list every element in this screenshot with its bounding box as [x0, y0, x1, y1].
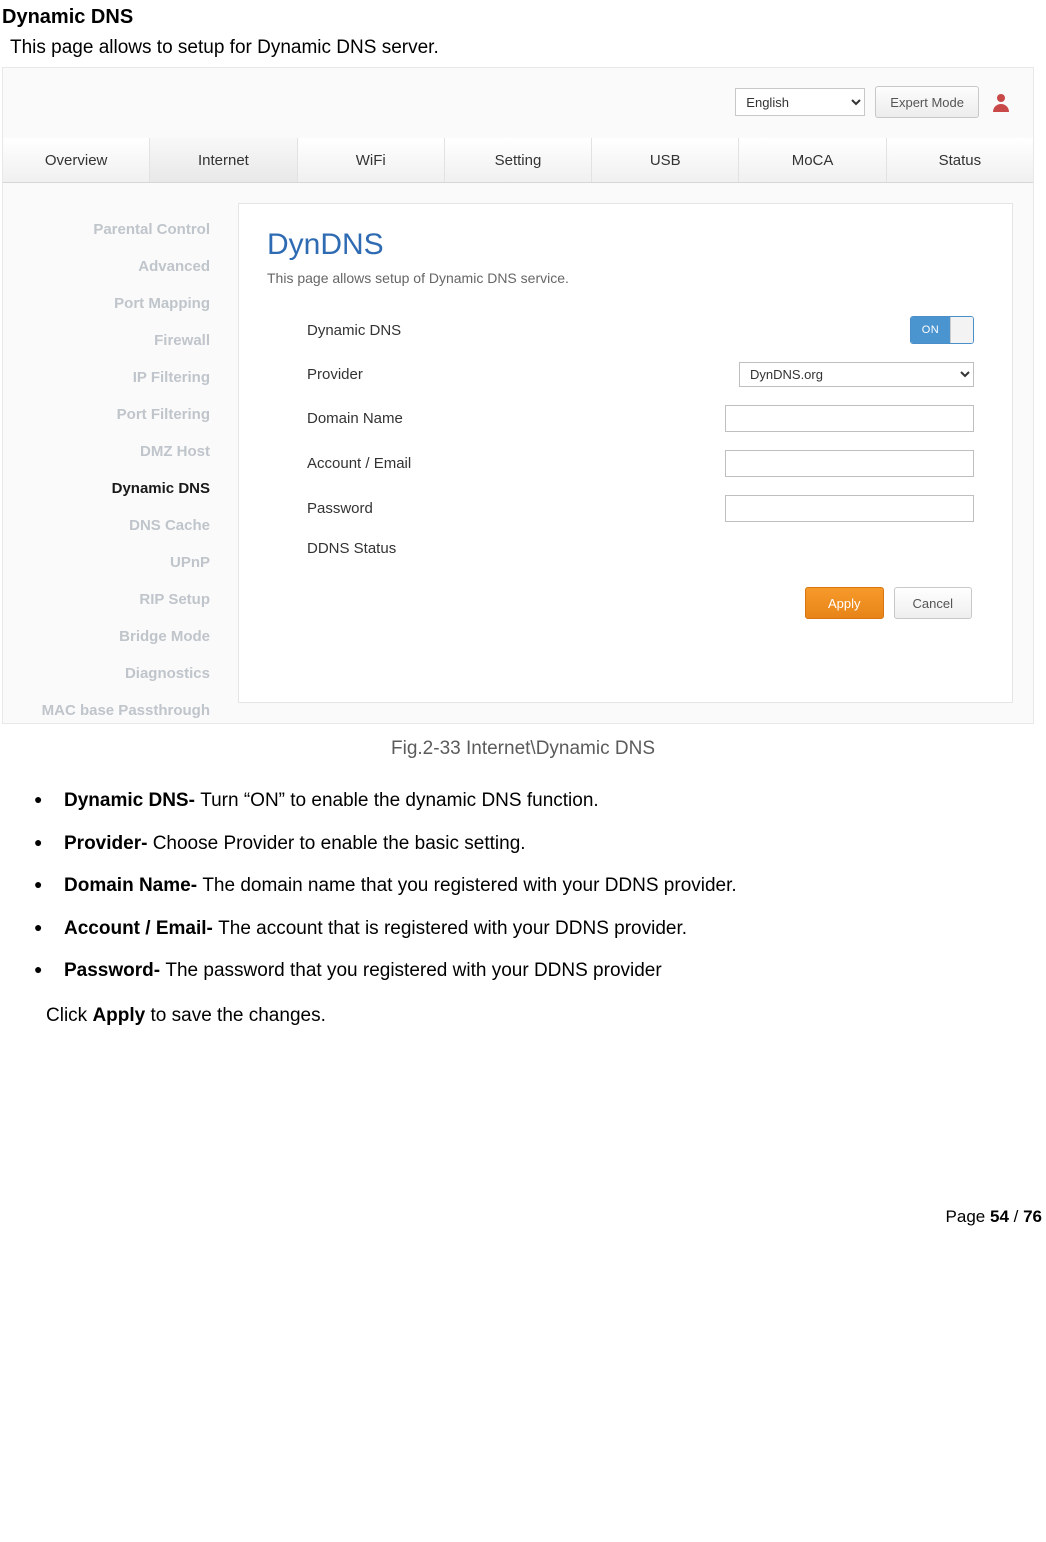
tab-usb[interactable]: USB	[592, 138, 739, 182]
pageno-pre: Page	[946, 1207, 990, 1226]
row-provider: Provider DynDNS.org	[267, 362, 984, 387]
sidebar-item-advanced[interactable]: Advanced	[138, 258, 238, 275]
account-email-input[interactable]	[725, 450, 974, 477]
label-ddns-status: DDNS Status	[267, 540, 627, 557]
sidebar-item-dmz-host[interactable]: DMZ Host	[140, 443, 238, 460]
apply-button[interactable]: Apply	[805, 587, 884, 619]
sidebar-item-parental-control[interactable]: Parental Control	[93, 221, 238, 238]
row-domain-name: Domain Name	[267, 405, 984, 432]
page-number: Page 54 / 76	[0, 1027, 1046, 1245]
bullet-term: Password-	[64, 960, 165, 981]
sidebar-item-dynamic-dns[interactable]: Dynamic DNS	[112, 480, 238, 497]
list-item: Domain Name- The domain name that you re…	[40, 873, 1046, 916]
figure-caption: Fig.2-33 Internet\Dynamic DNS	[0, 738, 1046, 760]
sidebar: Parental Control Advanced Port Mapping F…	[3, 183, 238, 723]
list-item: Dynamic DNS- Turn “ON” to enable the dyn…	[40, 788, 1046, 831]
label-domain-name: Domain Name	[267, 410, 627, 427]
user-icon[interactable]	[989, 90, 1013, 114]
list-item: Provider- Choose Provider to enable the …	[40, 831, 1046, 874]
toggle-knob-icon	[950, 317, 973, 343]
tab-setting[interactable]: Setting	[445, 138, 592, 182]
sidebar-item-bridge-mode[interactable]: Bridge Mode	[119, 628, 238, 645]
bullet-term: Dynamic DNS-	[64, 790, 200, 811]
sidebar-item-port-mapping[interactable]: Port Mapping	[114, 295, 238, 312]
bullet-term: Provider-	[64, 833, 153, 854]
tab-internet[interactable]: Internet	[150, 138, 297, 182]
domain-name-input[interactable]	[725, 405, 974, 432]
sidebar-item-diagnostics[interactable]: Diagnostics	[125, 665, 238, 682]
pageno-cur: 54	[990, 1207, 1009, 1226]
label-password: Password	[267, 500, 627, 517]
settings-panel: DynDNS This page allows setup of Dynamic…	[238, 203, 1013, 703]
doc-intro: This page allows to setup for Dynamic DN…	[0, 29, 1046, 63]
provider-select[interactable]: DynDNS.org	[739, 362, 974, 387]
bullet-term: Account / Email-	[64, 918, 218, 939]
pageno-sep: /	[1009, 1207, 1023, 1226]
sidebar-item-dns-cache[interactable]: DNS Cache	[129, 517, 238, 534]
main-nav-tabs: Overview Internet WiFi Setting USB MoCA …	[3, 138, 1033, 183]
row-dynamic-dns: Dynamic DNS ON	[267, 316, 984, 344]
toggle-on-label: ON	[911, 317, 950, 343]
sidebar-item-ip-filtering[interactable]: IP Filtering	[133, 369, 238, 386]
label-provider: Provider	[267, 366, 627, 383]
label-dynamic-dns: Dynamic DNS	[267, 322, 627, 339]
sidebar-item-mac-base-passthrough[interactable]: MAC base Passthrough	[42, 702, 238, 719]
panel-subtitle: This page allows setup of Dynamic DNS se…	[267, 270, 984, 286]
row-password: Password	[267, 495, 984, 522]
tab-wifi[interactable]: WiFi	[298, 138, 445, 182]
row-ddns-status: DDNS Status	[267, 540, 984, 557]
bullet-text: The account that is registered with your…	[218, 918, 687, 939]
cancel-button[interactable]: Cancel	[894, 587, 972, 619]
bullet-text: The password that you registered with yo…	[165, 960, 661, 981]
list-item: Account / Email- The account that is reg…	[40, 916, 1046, 959]
dynamic-dns-toggle[interactable]: ON	[910, 316, 974, 344]
tab-moca[interactable]: MoCA	[739, 138, 886, 182]
language-select[interactable]: English	[735, 88, 865, 116]
bullet-text: The domain name that you registered with…	[202, 875, 736, 896]
closing-line: Click Apply to save the changes.	[0, 1001, 1046, 1027]
sidebar-item-firewall[interactable]: Firewall	[154, 332, 238, 349]
label-account-email: Account / Email	[267, 455, 627, 472]
closing-bold: Apply	[92, 1005, 145, 1026]
bullet-term: Domain Name-	[64, 875, 202, 896]
panel-title: DynDNS	[267, 228, 984, 262]
password-input[interactable]	[725, 495, 974, 522]
tab-status[interactable]: Status	[887, 138, 1033, 182]
description-list: Dynamic DNS- Turn “ON” to enable the dyn…	[0, 788, 1046, 1001]
closing-pre: Click	[46, 1005, 92, 1026]
bullet-text: Choose Provider to enable the basic sett…	[153, 833, 526, 854]
body-area: Parental Control Advanced Port Mapping F…	[3, 183, 1033, 723]
sidebar-item-port-filtering[interactable]: Port Filtering	[117, 406, 238, 423]
tab-overview[interactable]: Overview	[3, 138, 150, 182]
doc-heading: Dynamic DNS	[0, 0, 1046, 29]
sidebar-item-upnp[interactable]: UPnP	[170, 554, 238, 571]
sidebar-item-rip-setup[interactable]: RIP Setup	[139, 591, 238, 608]
bullet-text: Turn “ON” to enable the dynamic DNS func…	[200, 790, 598, 811]
row-account-email: Account / Email	[267, 450, 984, 477]
router-ui-screenshot: English Expert Mode Overview Internet Wi…	[2, 67, 1034, 724]
expert-mode-button[interactable]: Expert Mode	[875, 86, 979, 118]
pageno-total: 76	[1023, 1207, 1042, 1226]
list-item: Password- The password that you register…	[40, 958, 1046, 1001]
closing-post: to save the changes.	[145, 1005, 326, 1026]
actions-row: Apply Cancel	[267, 587, 984, 619]
top-bar: English Expert Mode	[3, 68, 1033, 138]
